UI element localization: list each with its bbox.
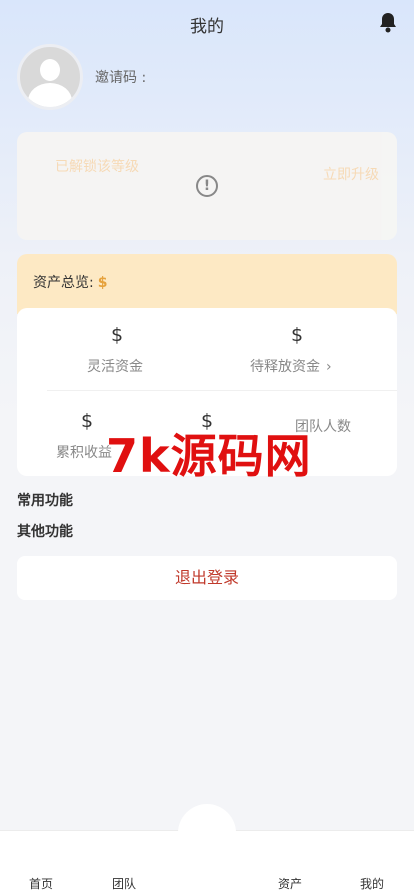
- page-title: 我的: [190, 17, 224, 37]
- cumulative-earnings-label[interactable]: 累积收益: [56, 442, 112, 462]
- invite-code-label: 邀请码 :: [95, 70, 147, 86]
- center-tab-button[interactable]: [178, 804, 236, 862]
- bell-icon[interactable]: [378, 11, 398, 33]
- flexible-funds-label[interactable]: 灵活资金: [87, 356, 143, 376]
- stats-divider: [47, 390, 397, 391]
- assets-overview: 资产总览: $: [17, 254, 397, 314]
- tab-assets[interactable]: 资产: [265, 875, 315, 892]
- common-functions-title: 常用功能: [17, 493, 73, 509]
- assets-label: 资产总览: $: [33, 272, 107, 292]
- alert-icon: !: [196, 175, 218, 197]
- tab-team[interactable]: 团队: [99, 875, 149, 892]
- assets-dollar: $: [97, 275, 108, 291]
- assets-title: 资产总览:: [33, 275, 94, 291]
- tab-home[interactable]: 首页: [16, 875, 66, 892]
- pending-release-label[interactable]: 待释放资金 ›: [250, 356, 332, 376]
- profile-row: 邀请码 :: [17, 44, 146, 110]
- watermark: 7k源码网: [106, 429, 312, 483]
- level-status: 已解锁该等级: [55, 159, 139, 175]
- logout-button[interactable]: 退出登录: [17, 556, 397, 600]
- other-functions-title: 其他功能: [17, 524, 73, 540]
- tab-mine[interactable]: 我的: [347, 875, 397, 892]
- flexible-funds-value: $: [111, 324, 124, 346]
- header: 我的: [0, 0, 414, 44]
- pending-release-text: 待释放资金: [250, 359, 320, 375]
- cumulative-earnings-value: $: [81, 410, 94, 432]
- chevron-right-icon: ›: [326, 359, 332, 375]
- upgrade-link[interactable]: 立即升级: [323, 164, 379, 184]
- user-avatar-icon[interactable]: [17, 44, 83, 110]
- pending-release-value: $: [291, 324, 304, 346]
